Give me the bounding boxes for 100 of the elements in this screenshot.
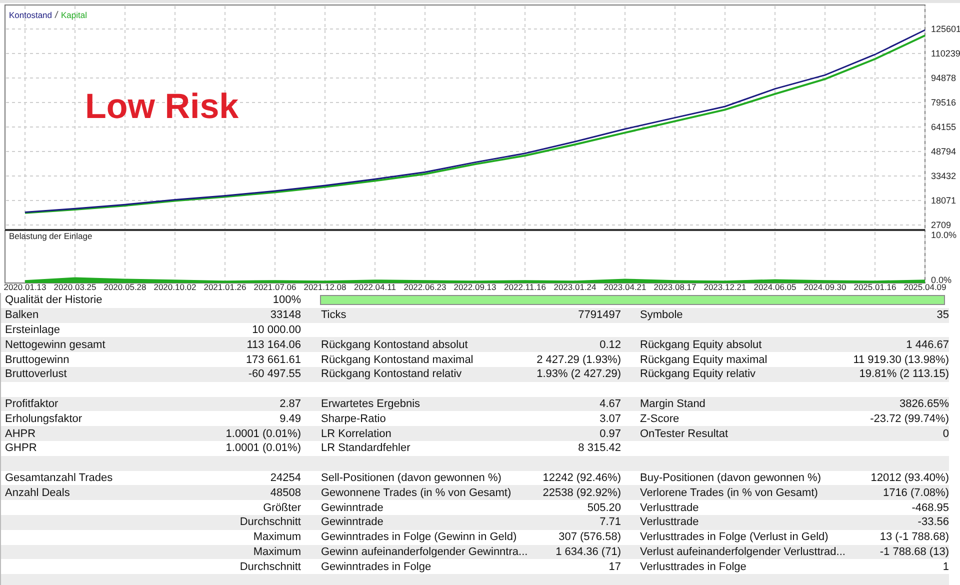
- stat-label: AHPR: [5, 428, 37, 440]
- stat-label: Gewinntrade: [321, 516, 384, 528]
- stat-label: Ticks: [321, 309, 348, 322]
- stat-value: 1: [942, 560, 949, 573]
- stat-value: 24254: [270, 472, 301, 484]
- axis-label: 94878: [931, 73, 956, 83]
- stat-label: Bruttoverlust: [5, 368, 68, 380]
- axis-label: 2023.12.21: [704, 282, 746, 291]
- stat-label: Nettogewinn gesamt: [5, 338, 106, 351]
- stat-label: Verlust aufeinanderfolgender Verlusttrad...: [640, 546, 846, 558]
- axis-label: 10.0%: [931, 230, 957, 240]
- stat-label: Verlusttrade: [640, 502, 700, 514]
- legend-label: Kontostand: [9, 10, 52, 20]
- stat-label: Verlusttrades in Folge: [640, 560, 748, 573]
- stat-value: 10 000.00: [252, 324, 301, 336]
- annotation-text: Low Risk: [85, 87, 239, 126]
- stat-value: 7791497: [578, 309, 621, 322]
- axis-label: 2021.01.26: [204, 282, 246, 291]
- axis-label: 2025.01.16: [854, 282, 896, 291]
- stat-label: Buy-Positionen (davon gewonnen %): [640, 472, 822, 484]
- stat-value: 1.0001 (0.01%): [226, 428, 301, 440]
- axis-label: 2024.09.30: [804, 282, 846, 291]
- axis-label: 2025.04.09: [904, 282, 946, 291]
- stat-label: Anzahl Deals: [5, 486, 71, 499]
- stat-value: 17: [608, 560, 621, 573]
- stat-label: Z-Score: [640, 412, 680, 425]
- stat-value: 11 919.30 (13.98%): [853, 354, 949, 366]
- stat-label: Balken: [5, 309, 40, 322]
- stat-label: Gewinntrade: [321, 502, 384, 514]
- stat-value: -1 788.68 (13): [880, 546, 949, 558]
- axis-label: 2022.11.16: [504, 282, 546, 291]
- stat-value: Durchschnitt: [240, 560, 301, 573]
- stat-value: 12012 (93.40%): [870, 472, 949, 484]
- stat-value: 7.71: [600, 516, 621, 528]
- stat-value: 9.49: [280, 412, 301, 425]
- stat-value: 33148: [270, 309, 301, 322]
- stat-label: Gewinntrades in Folge (Gewinn in Geld): [321, 531, 518, 544]
- stat-value: Maximum: [253, 546, 301, 558]
- stat-value: 100%: [272, 294, 301, 306]
- axis-label: 2022.09.13: [454, 282, 496, 291]
- stat-label: Ersteinlage: [5, 324, 62, 336]
- axis-label: 2023.08.17: [654, 282, 696, 291]
- stat-value: 1 634.36 (71): [556, 546, 621, 558]
- stat-label: LR Standardfehler: [321, 442, 412, 454]
- stat-value: -60 497.55: [248, 368, 301, 380]
- stat-value: 12242 (92.46%): [542, 472, 621, 484]
- stat-value: 0: [942, 428, 949, 440]
- stat-value: 307 (576.58): [558, 531, 621, 544]
- axis-label: 64155: [931, 122, 956, 132]
- axis-label: 2021.07.06: [254, 282, 296, 291]
- axis-label: 2709: [931, 220, 952, 229]
- stat-value: Maximum: [253, 531, 301, 544]
- stat-label: Bruttogewinn: [5, 354, 70, 366]
- stat-value: 1 446.67: [906, 338, 949, 351]
- stat-label: Rückgang Kontostand absolut: [321, 338, 469, 351]
- axis-label: 110239: [931, 48, 960, 58]
- stat-value: 1.93% (2 427.29): [536, 368, 621, 380]
- separator-line: [54, 10, 58, 18]
- stat-label: Qualität der Historie: [5, 294, 104, 306]
- legend-label: Kapital: [61, 10, 87, 20]
- stat-label: Rückgang Equity maximal: [640, 354, 768, 366]
- stat-label: Gewonnene Trades (in % von Gesamt): [321, 486, 512, 499]
- stat-value: 173 661.61: [246, 354, 301, 366]
- stat-label: GHPR: [5, 442, 38, 454]
- axis-label: 2023.04.21: [604, 282, 646, 291]
- stat-value: 13 (-1 788.68): [880, 531, 949, 544]
- stat-value: 4.67: [600, 398, 621, 410]
- stat-label: Gewinntrades in Folge: [321, 560, 432, 573]
- stat-label: Verlorene Trades (in % von Gesamt): [640, 486, 819, 499]
- stat-value: 19.81% (2 113.15): [859, 368, 949, 380]
- stat-value: 0.97: [600, 428, 621, 440]
- stat-label: Symbole: [640, 309, 684, 322]
- stat-value: 48508: [270, 486, 301, 499]
- stat-value: Durchschnitt: [240, 516, 301, 528]
- stat-value: 113 164.06: [246, 338, 301, 351]
- stat-label: Erwartetes Ergebnis: [321, 398, 422, 410]
- axis-label: 2020.01.13: [4, 282, 46, 291]
- stat-value: 2 427.29 (1.93%): [536, 354, 621, 366]
- axis-label: 2023.01.24: [554, 282, 596, 291]
- stat-label: Rückgang Kontostand relativ: [321, 368, 463, 380]
- stat-label: Margin Stand: [640, 398, 706, 410]
- axis-label: 2024.06.05: [754, 282, 796, 291]
- stat-value: 505.20: [587, 502, 621, 514]
- stat-value: 3826.65%: [899, 398, 949, 410]
- stat-label: Erholungsfaktor: [5, 412, 84, 425]
- axis-label: 2020.05.28: [104, 282, 146, 291]
- stat-value: 1716 (7.08%): [882, 486, 949, 499]
- stat-label: OnTester Resultat: [640, 428, 730, 440]
- axis-label: 2021.12.08: [304, 282, 346, 291]
- axis-label: 33432: [931, 171, 956, 181]
- axis-label: 48794: [931, 146, 956, 156]
- stat-label: Rückgang Kontostand maximal: [321, 354, 474, 366]
- stat-value: 8 315.42: [578, 442, 621, 454]
- stat-value: 3.07: [600, 412, 621, 425]
- axis-label: 2022.06.23: [404, 282, 446, 291]
- axis-label: 18071: [931, 196, 956, 206]
- stat-value: 0.12: [600, 338, 621, 351]
- stat-value: 22538 (92.92%): [542, 486, 621, 499]
- stat-label: Profitfaktor: [5, 398, 60, 410]
- stat-label: Sell-Positionen (davon gewonnen %): [321, 472, 502, 484]
